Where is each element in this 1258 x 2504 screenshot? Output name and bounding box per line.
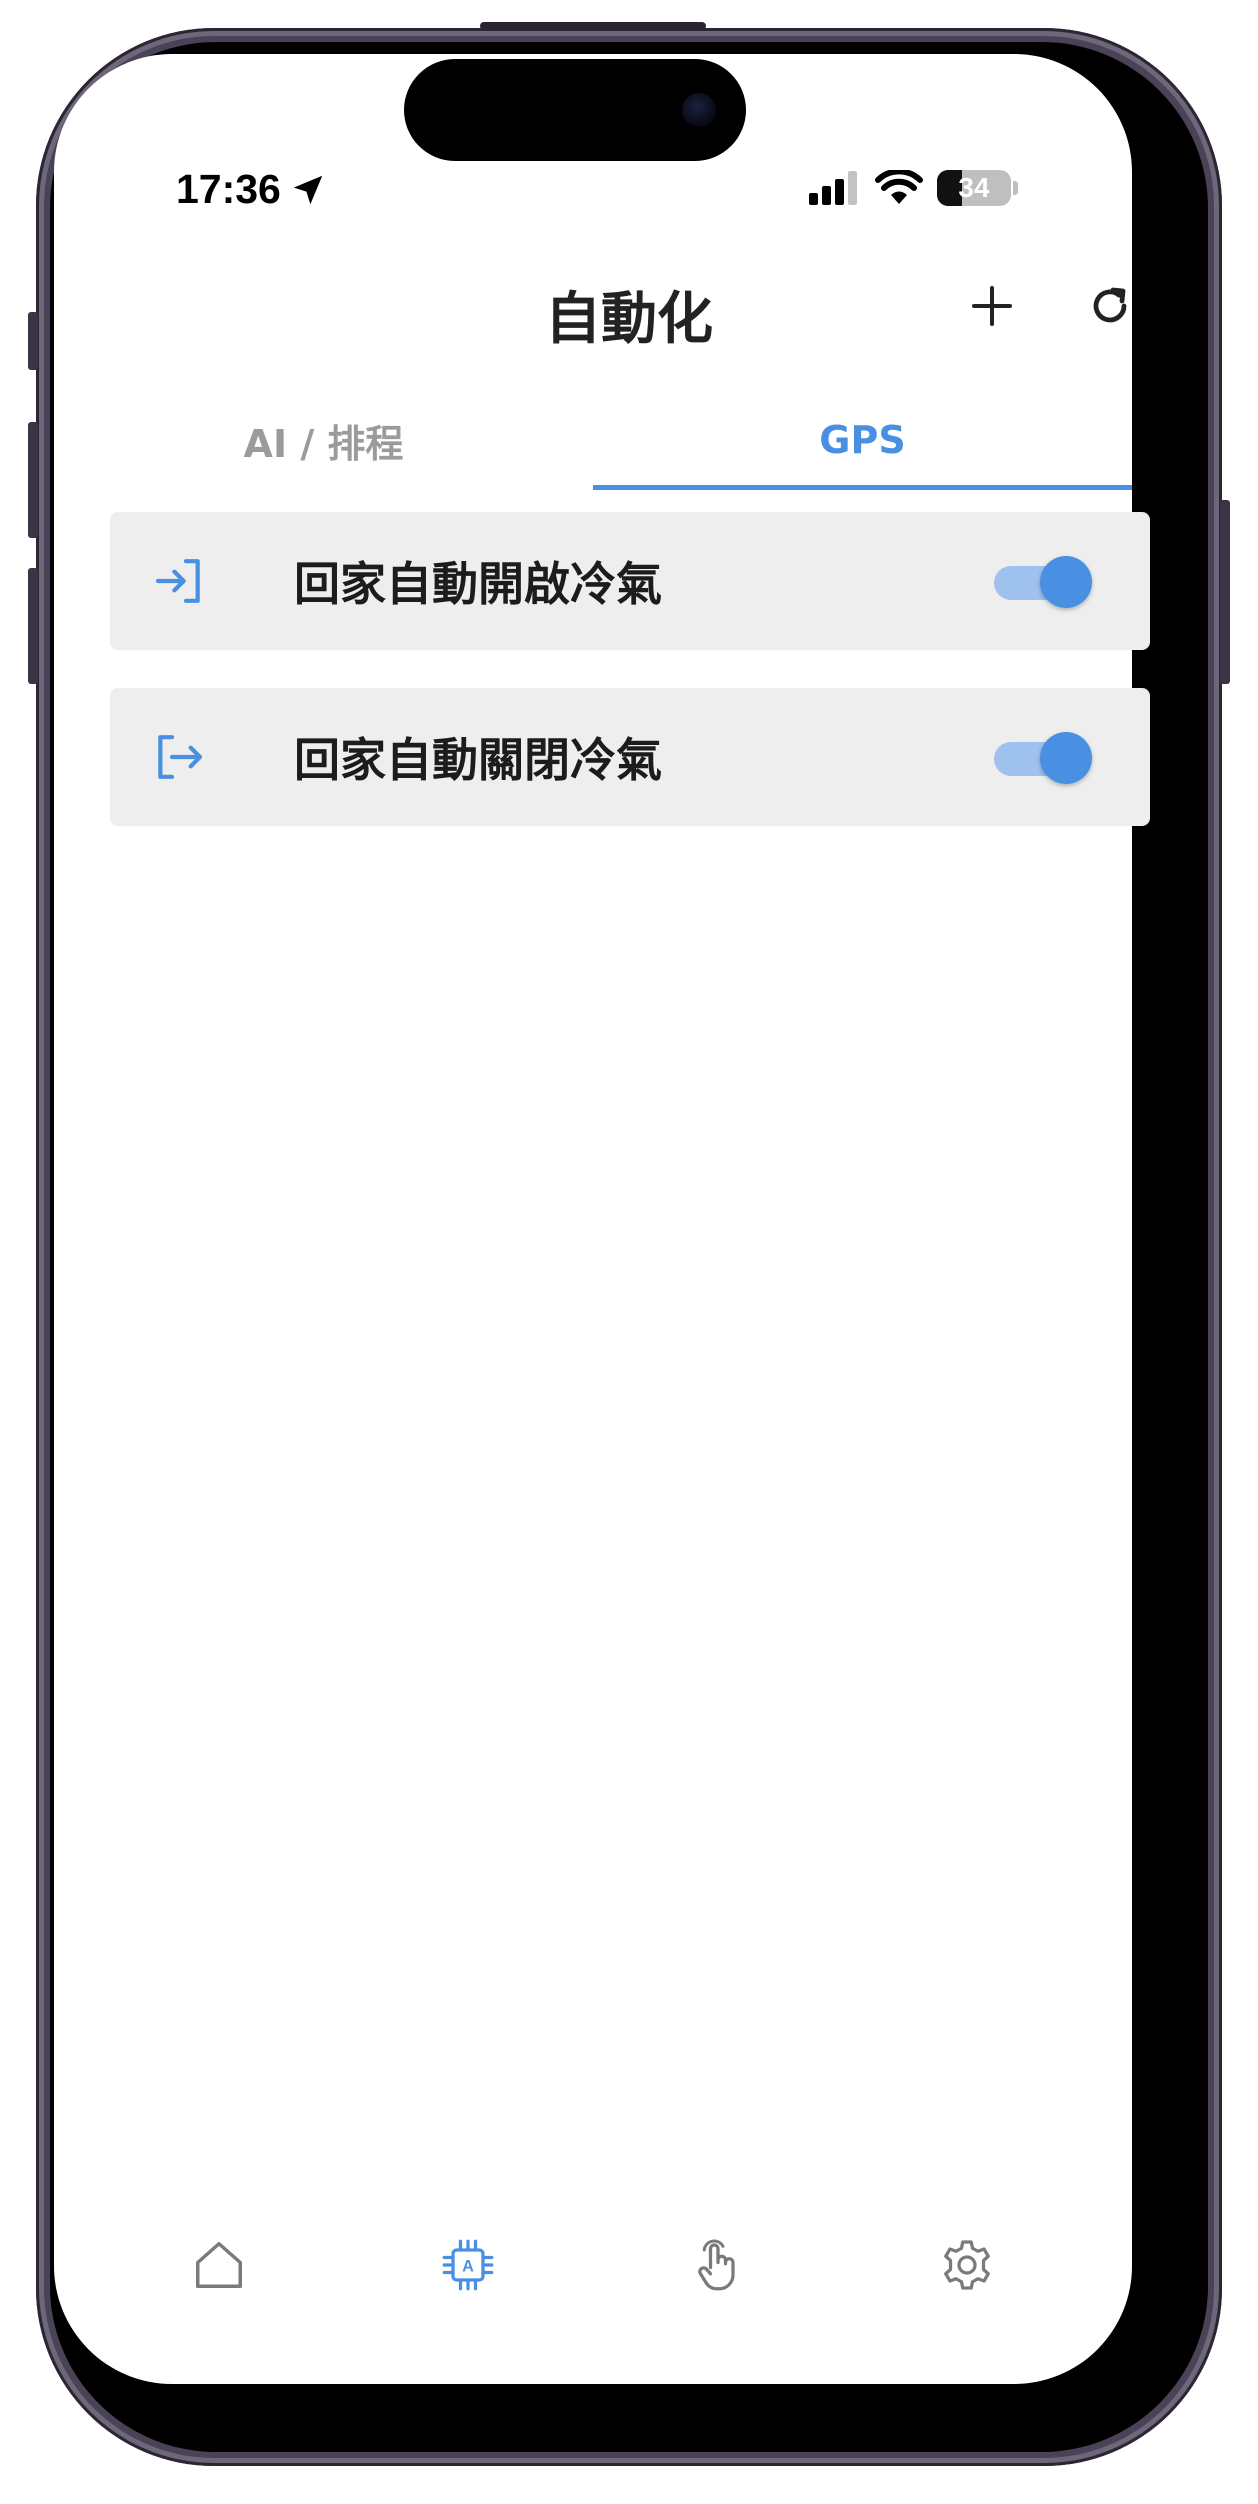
nav-home[interactable]	[179, 2225, 259, 2305]
front-camera	[682, 93, 716, 127]
dynamic-island	[404, 59, 746, 161]
tab-gps[interactable]: GPS	[593, 390, 1132, 490]
page-title: 自動化	[545, 287, 713, 352]
location-arrow-icon	[293, 175, 323, 204]
power-button	[1220, 500, 1230, 684]
enter-icon	[150, 552, 208, 610]
toggle-knob	[1040, 732, 1092, 784]
volume-down-button	[28, 568, 38, 684]
status-time: 17:36	[176, 166, 327, 213]
active-tab-indicator	[593, 485, 1132, 490]
cellular-signal-icon	[809, 171, 857, 205]
home-icon	[195, 2242, 242, 2288]
status-time-text: 17:36	[176, 166, 281, 212]
battery-percent: 34	[958, 172, 990, 203]
tab-gps-label: GPS	[819, 418, 906, 462]
automation-label: 回家自動開啟冷氣	[294, 557, 662, 611]
automation-label: 回家自動關閉冷氣	[294, 733, 662, 787]
ai-chip-icon: A	[442, 2239, 494, 2291]
toggle-knob	[1040, 556, 1092, 608]
list-item[interactable]: 回家自動開啟冷氣	[110, 512, 1150, 650]
tab-bar: AI / 排程 GPS	[54, 390, 1132, 490]
nav-settings[interactable]	[927, 2225, 1007, 2305]
add-button[interactable]	[964, 278, 1020, 334]
refresh-button[interactable]	[1082, 278, 1138, 334]
tab-ai-schedule[interactable]: AI / 排程	[54, 390, 593, 490]
gear-icon	[944, 2240, 991, 2290]
automation-list: 回家自動開啟冷氣 回家自動關閉冷氣	[110, 512, 1150, 864]
list-item[interactable]: 回家自動關閉冷氣	[110, 688, 1150, 826]
hand-pointer-icon	[698, 2239, 735, 2291]
nav-control[interactable]	[678, 2225, 758, 2305]
plus-icon	[972, 286, 1012, 326]
volume-up-button	[28, 422, 38, 538]
refresh-icon	[1093, 287, 1127, 323]
automation-toggle[interactable]	[994, 729, 1092, 785]
battery-cap	[1013, 181, 1018, 195]
tab-ai-schedule-label: AI / 排程	[243, 421, 404, 466]
status-indicators: 34	[809, 170, 1018, 206]
automation-toggle[interactable]	[994, 553, 1092, 609]
svg-text:A: A	[462, 2258, 474, 2276]
speaker-grille	[480, 22, 706, 30]
battery-indicator: 34	[937, 170, 1011, 206]
nav-automation[interactable]: A	[428, 2225, 508, 2305]
bottom-nav: A	[54, 2210, 1132, 2320]
wifi-icon	[875, 170, 923, 204]
exit-icon	[150, 728, 208, 786]
